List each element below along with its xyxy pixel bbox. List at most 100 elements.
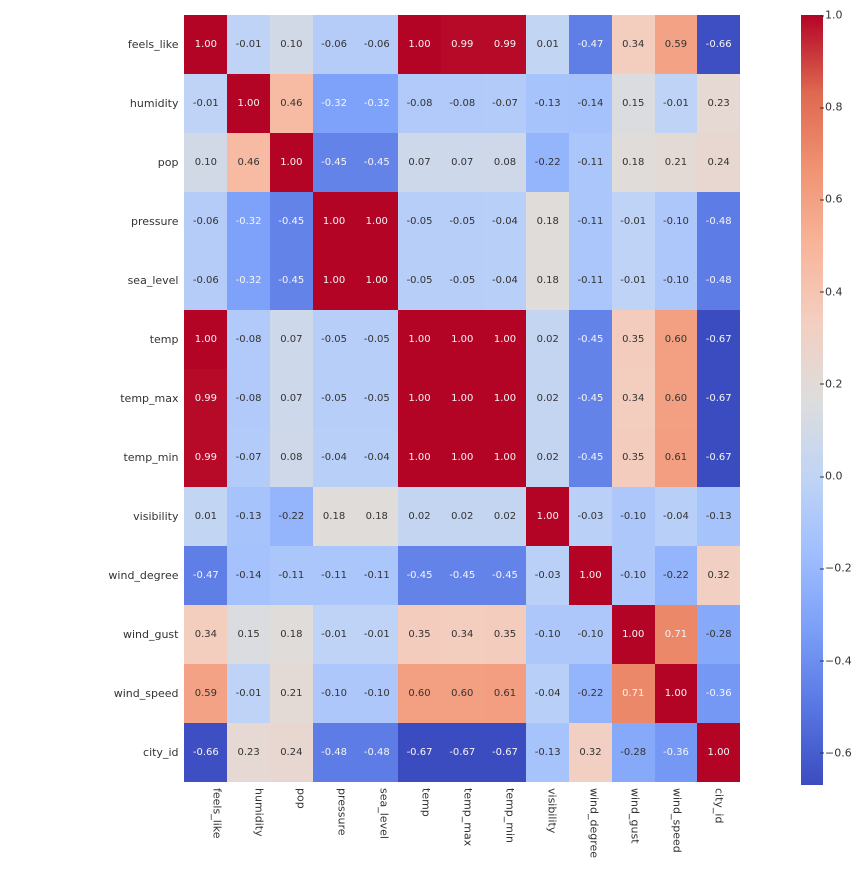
heatmap-cell: 1.00 — [484, 310, 527, 369]
y-axis-label: humidity — [100, 97, 184, 110]
heatmap-cell: -0.47 — [184, 546, 227, 605]
heatmap-cell: 0.07 — [270, 310, 313, 369]
heatmap-cell: 1.00 — [355, 251, 398, 310]
heatmap-cell: 1.00 — [355, 192, 398, 251]
heatmap-cell: 1.00 — [526, 487, 569, 546]
heatmap-cell: -0.48 — [313, 723, 356, 782]
heatmap-cell: -0.28 — [612, 723, 655, 782]
heatmap-cell: 0.99 — [441, 15, 484, 74]
heatmap-cell: 0.01 — [184, 487, 227, 546]
x-axis-label: sea_level — [378, 788, 391, 839]
heatmap-cell: -0.48 — [697, 192, 740, 251]
heatmap-cell: -0.67 — [398, 723, 441, 782]
heatmap-cell: 0.18 — [612, 133, 655, 192]
heatmap-cell: 0.15 — [227, 605, 270, 664]
heatmap-cell: -0.04 — [313, 428, 356, 487]
heatmap-cell: -0.01 — [313, 605, 356, 664]
heatmap-cell: 0.99 — [184, 369, 227, 428]
heatmap-cell: -0.10 — [526, 605, 569, 664]
heatmap-cell: -0.10 — [655, 192, 698, 251]
heatmap-cell: 0.02 — [526, 428, 569, 487]
x-axis-label: visibility — [545, 788, 558, 833]
heatmap-cell: 0.15 — [612, 74, 655, 133]
heatmap-cell: 0.32 — [697, 546, 740, 605]
heatmap-cell: 0.02 — [526, 310, 569, 369]
heatmap-cell: -0.45 — [441, 546, 484, 605]
heatmap-cell: 0.46 — [227, 133, 270, 192]
heatmap-cell: -0.05 — [441, 251, 484, 310]
heatmap-cell: -0.06 — [355, 15, 398, 74]
heatmap-cell: 0.01 — [526, 15, 569, 74]
heatmap-cell: 0.18 — [526, 192, 569, 251]
heatmap-cell: -0.14 — [569, 74, 612, 133]
heatmap-cell: -0.45 — [270, 251, 313, 310]
x-axis-label: humidity — [252, 788, 265, 837]
heatmap-cell: 0.71 — [655, 605, 698, 664]
heatmap-cell: -0.11 — [569, 133, 612, 192]
heatmap-cell: -0.28 — [697, 605, 740, 664]
heatmap-cell: -0.10 — [612, 546, 655, 605]
heatmap-cell: 0.99 — [484, 15, 527, 74]
heatmap-cell: -0.45 — [313, 133, 356, 192]
heatmap-cell: -0.67 — [697, 428, 740, 487]
x-axis-label: city_id — [713, 788, 726, 823]
heatmap-cell: 0.10 — [270, 15, 313, 74]
heatmap-cell: -0.05 — [398, 251, 441, 310]
heatmap-cell: -0.08 — [398, 74, 441, 133]
heatmap-cell: 1.00 — [441, 310, 484, 369]
heatmap-cell: -0.05 — [355, 310, 398, 369]
heatmap-cell: 0.61 — [484, 664, 527, 723]
heatmap-cell: 0.60 — [655, 369, 698, 428]
heatmap-cell: -0.67 — [484, 723, 527, 782]
heatmap-cell: 1.00 — [270, 133, 313, 192]
heatmap-row: wind_speed0.59-0.010.21-0.10-0.100.600.6… — [100, 664, 740, 723]
heatmap-cell: -0.08 — [441, 74, 484, 133]
heatmap-row: visibility0.01-0.13-0.220.180.180.020.02… — [100, 487, 740, 546]
heatmap-row: sea_level-0.06-0.32-0.451.001.00-0.05-0.… — [100, 251, 740, 310]
heatmap-cell: -0.67 — [697, 369, 740, 428]
heatmap-cell: 0.02 — [526, 369, 569, 428]
heatmap-cell: 1.00 — [398, 428, 441, 487]
colorbar-tick: 0.8 — [825, 101, 843, 114]
heatmap-cell: -0.06 — [184, 192, 227, 251]
heatmap-cell: 0.18 — [313, 487, 356, 546]
heatmap-cell: 1.00 — [313, 192, 356, 251]
heatmap-cell: -0.10 — [569, 605, 612, 664]
heatmap-cell: 1.00 — [569, 546, 612, 605]
heatmap-cell: 0.35 — [398, 605, 441, 664]
heatmap-cell: -0.07 — [227, 428, 270, 487]
heatmap-cell: 0.59 — [184, 664, 227, 723]
y-axis-label: city_id — [100, 746, 184, 759]
heatmap-cell: -0.45 — [355, 133, 398, 192]
heatmap-cell: 1.00 — [484, 428, 527, 487]
y-axis-label: visibility — [100, 510, 184, 523]
colorbar-tick: −0.4 — [825, 654, 852, 667]
x-axis-labels: feels_likehumiditypoppressuresea_levelte… — [196, 782, 740, 872]
heatmap-cell: 1.00 — [184, 15, 227, 74]
colorbar: −0.6−0.4−0.20.00.20.40.60.81.0 — [801, 15, 823, 785]
heatmap-cell: -0.32 — [355, 74, 398, 133]
heatmap-cell: 0.02 — [484, 487, 527, 546]
heatmap-cell: 0.35 — [484, 605, 527, 664]
heatmap-cell: -0.13 — [526, 723, 569, 782]
heatmap-cell: -0.45 — [398, 546, 441, 605]
heatmap-cell: -0.48 — [355, 723, 398, 782]
heatmap-cell: 0.59 — [655, 15, 698, 74]
heatmap-cell: -0.04 — [355, 428, 398, 487]
heatmap-cell: 0.35 — [612, 428, 655, 487]
heatmap-cell: -0.01 — [655, 74, 698, 133]
heatmap-cell: 1.00 — [184, 310, 227, 369]
heatmap-cell: 1.00 — [612, 605, 655, 664]
x-axis-label: wind_gust — [629, 788, 642, 844]
heatmap-cell: -0.01 — [227, 15, 270, 74]
heatmap-cell: -0.04 — [484, 251, 527, 310]
heatmap-cell: 1.00 — [697, 723, 740, 782]
heatmap-cell: -0.22 — [569, 664, 612, 723]
heatmap-cell: 0.23 — [227, 723, 270, 782]
heatmap-cell: -0.11 — [569, 192, 612, 251]
heatmap-row: humidity-0.011.000.46-0.32-0.32-0.08-0.0… — [100, 74, 740, 133]
y-axis-label: pop — [100, 156, 184, 169]
x-axis-label: wind_degree — [587, 788, 600, 858]
heatmap-cell: 0.08 — [484, 133, 527, 192]
heatmap-cell: 1.00 — [398, 310, 441, 369]
